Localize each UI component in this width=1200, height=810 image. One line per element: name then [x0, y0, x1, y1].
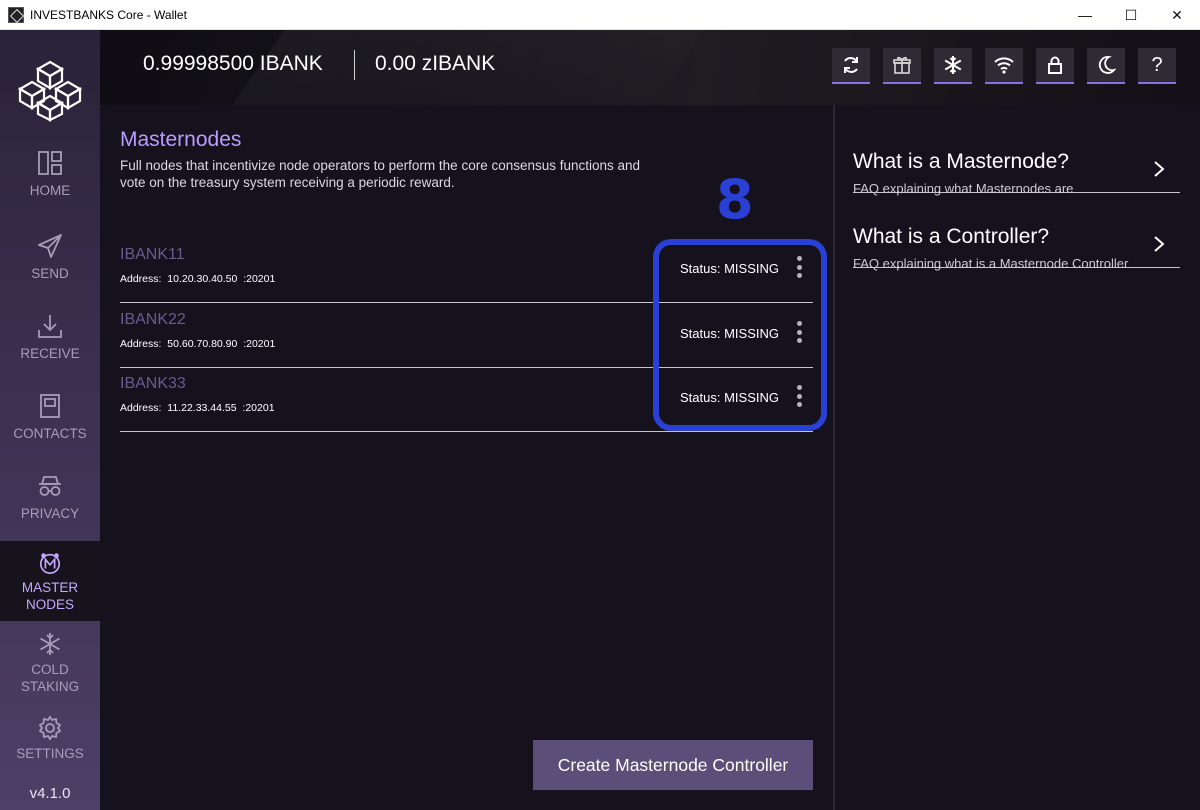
header-toolbar: ? [832, 48, 1176, 84]
faq-item-masternode[interactable]: What is a Masternode? FAQ explaining wha… [853, 118, 1180, 196]
theme-button[interactable] [1087, 48, 1125, 84]
gear-icon [38, 715, 62, 741]
contacts-icon [40, 394, 60, 418]
masternode-address: Address: 50.60.70.80.90 :20201 [120, 338, 276, 350]
chevron-right-icon [1154, 161, 1165, 177]
maximize-button[interactable]: ☐ [1108, 0, 1154, 30]
masternode-name: IBANK22 [120, 311, 186, 328]
wifi-icon [994, 57, 1014, 74]
lock-button[interactable] [1036, 48, 1074, 84]
help-button[interactable]: ? [1138, 48, 1176, 84]
receive-icon [38, 315, 62, 338]
page-description: Full nodes that incentivize node operato… [120, 158, 641, 190]
window-titlebar: INVESTBANKS Core - Wallet — ☐ ✕ [0, 0, 1200, 30]
sidebar-item-privacy[interactable]: PRIVACY [0, 473, 100, 522]
chevron-right-icon [1154, 236, 1165, 252]
investbanks-logo-icon [18, 60, 82, 122]
create-masternode-controller-button[interactable]: Create Masternode Controller [533, 740, 813, 790]
annotation-number: 8 [716, 168, 754, 231]
faq-panel: What is a Masternode? FAQ explaining wha… [835, 105, 1200, 810]
sidebar-item-label: HOME [29, 183, 71, 198]
app-version: v4.1.0 [29, 785, 71, 802]
balance-divider [354, 50, 355, 80]
sync-icon [844, 57, 858, 73]
masternodes-panel: Masternodes Full nodes that incentivize … [100, 105, 833, 810]
minimize-button[interactable]: — [1062, 0, 1108, 30]
balance-zibank: 0.00 zIBANK [375, 52, 496, 75]
sidebar-item-label: SETTINGS [16, 746, 84, 761]
annotation-highlight-box [653, 239, 827, 431]
lock-icon [1048, 56, 1062, 74]
moon-icon [1098, 56, 1116, 74]
sidebar-item-label: COLD [31, 662, 69, 677]
sidebar-item-label: STAKING [20, 679, 80, 694]
masternode-name: IBANK33 [120, 375, 186, 392]
header-bar: 0.99998500 IBANK 0.00 zIBANK ? [100, 30, 1200, 105]
page-title: Masternodes [120, 128, 242, 151]
sidebar-item-label: PRIVACY [20, 506, 80, 521]
privacy-icon [39, 476, 61, 496]
faq-title: What is a Controller? [853, 225, 1050, 248]
sidebar-item-receive[interactable]: RECEIVE [0, 313, 100, 362]
sidebar-item-masternodes[interactable]: MASTER NODES [0, 541, 100, 621]
sidebar-item-cold-staking[interactable]: COLD STAKING [0, 631, 100, 695]
faq-title: What is a Masternode? [853, 150, 1069, 173]
sync-button[interactable] [832, 48, 870, 84]
masternode-address: Address: 11.22.33.44.55 :20201 [120, 402, 275, 414]
sidebar-item-home[interactable]: HOME [0, 150, 100, 199]
sidebar-item-settings[interactable]: SETTINGS [0, 715, 100, 762]
close-button[interactable]: ✕ [1154, 0, 1200, 30]
sidebar-item-contacts[interactable]: CONTACTS [0, 393, 100, 442]
snowflake-icon [944, 56, 962, 74]
home-icon [38, 151, 62, 175]
sidebar-item-send[interactable]: SEND [0, 233, 100, 282]
sidebar-item-label: MASTER [21, 580, 79, 595]
send-icon [38, 234, 62, 258]
sidebar-item-label: SEND [31, 266, 69, 281]
sidebar-item-label: CONTACTS [13, 426, 87, 441]
app-logo-icon [8, 6, 24, 23]
sidebar-item-label: RECEIVE [20, 346, 80, 361]
balance-ibank: 0.99998500 IBANK [143, 52, 323, 75]
network-button[interactable] [985, 48, 1023, 84]
help-icon: ? [1151, 53, 1163, 76]
masternodes-icon [39, 553, 61, 574]
sidebar-item-label: NODES [25, 597, 74, 612]
faq-item-controller[interactable]: What is a Controller? FAQ explaining wha… [853, 193, 1180, 271]
gift-icon [893, 56, 911, 74]
sidebar: HOME SEND RECEIVE CONTACTS PRIVACY MASTE… [0, 30, 100, 810]
snowflake-icon [40, 633, 60, 655]
cold-staking-button[interactable] [934, 48, 972, 84]
masternode-address: Address: 10.20.30.40.50 :20201 [120, 273, 276, 285]
window-controls: — ☐ ✕ [1062, 0, 1200, 30]
window-title: INVESTBANKS Core - Wallet [30, 7, 187, 22]
masternode-name: IBANK11 [120, 246, 185, 263]
gift-button[interactable] [883, 48, 921, 84]
faq-subtitle: FAQ explaining what is a Masternode Cont… [853, 256, 1129, 271]
